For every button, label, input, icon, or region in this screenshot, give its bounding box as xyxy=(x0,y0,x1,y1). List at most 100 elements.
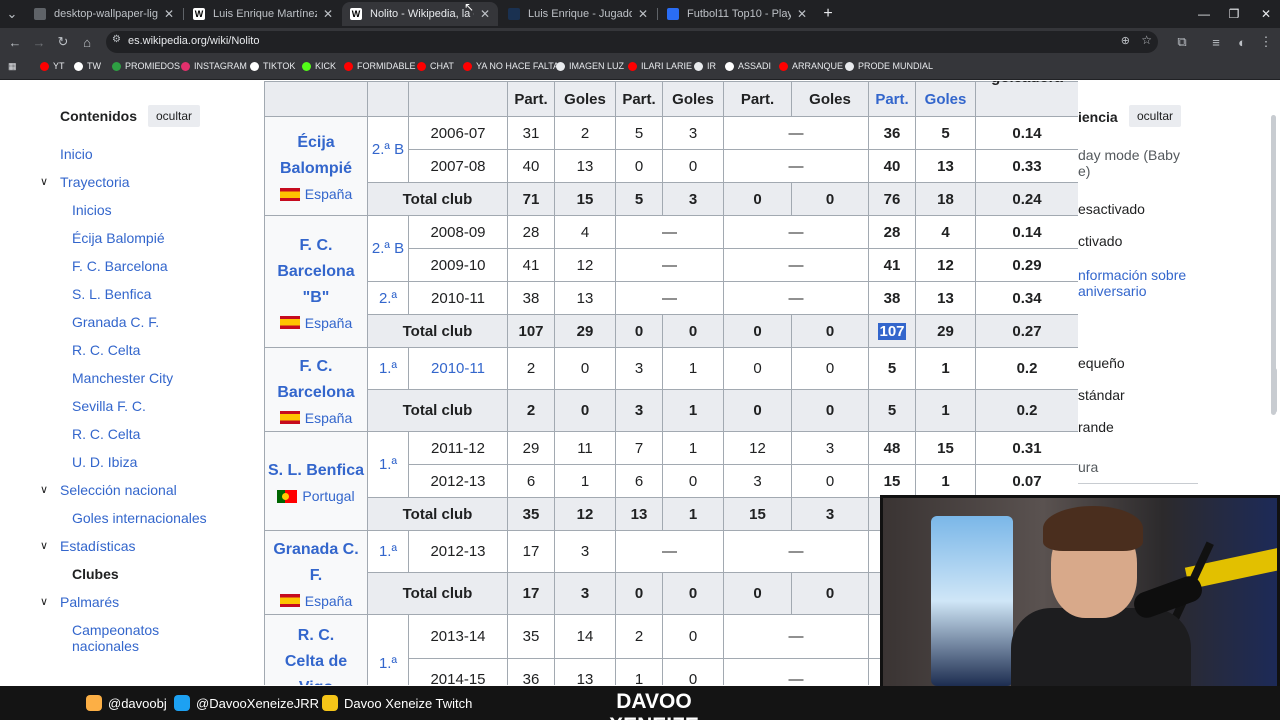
club-link[interactable]: F. C. Barcelona xyxy=(265,354,367,406)
toc-item-celta-2[interactable]: R. C. Celta xyxy=(72,426,140,442)
club-link[interactable]: R. C. Celta de Vigo xyxy=(265,623,367,685)
bookmark-yt[interactable]: YT xyxy=(40,61,65,71)
toc-item-campeonatos[interactable]: Campeonatos nacionales xyxy=(72,622,192,654)
minimize-icon[interactable]: — xyxy=(1188,0,1220,28)
close-icon[interactable]: ✕ xyxy=(323,7,333,21)
total-goals-cell: 4 xyxy=(915,215,976,249)
bookmark-promiedos[interactable]: PROMIEDOS xyxy=(112,61,180,71)
tab-search-icon[interactable]: ⌄ xyxy=(2,4,22,24)
country-link[interactable]: España xyxy=(305,410,352,426)
toc-item-palmares[interactable]: Palmarés xyxy=(60,594,119,610)
club-link[interactable]: F. C. Barcelona "B" xyxy=(265,233,367,311)
toc-hide-button[interactable]: ocultar xyxy=(148,105,201,127)
option-estandar[interactable]: stándar xyxy=(1078,387,1125,403)
toc-item-estadisticas[interactable]: Estadísticas xyxy=(60,538,135,554)
club-link[interactable]: S. L. Benfica xyxy=(265,458,367,484)
close-icon[interactable]: ✕ xyxy=(480,7,490,21)
bookmark-prode-mundial[interactable]: PRODE MUNDIAL xyxy=(845,61,933,71)
toc-item-manchester-city[interactable]: Manchester City xyxy=(72,370,173,386)
division-link[interactable]: 2.ª xyxy=(367,281,409,315)
bookmark-imagen-luz[interactable]: IMAGEN LUZ xyxy=(556,61,624,71)
close-icon[interactable]: ✕ xyxy=(164,7,174,21)
division-link[interactable]: 1.ª xyxy=(367,530,409,573)
menu-dots-icon[interactable]: ⋮ xyxy=(1256,32,1276,52)
division-link[interactable]: 1.ª xyxy=(367,347,409,390)
extensions-puzzle-icon[interactable]: ⧉ xyxy=(1172,32,1192,52)
country-link[interactable]: España xyxy=(305,186,352,202)
toc-item-granada[interactable]: Granada C. F. xyxy=(72,314,159,330)
club-link[interactable]: Granada C. F. xyxy=(265,537,367,589)
forward-arrow-icon[interactable]: → xyxy=(29,32,49,52)
selected-text-highlight[interactable]: 107 xyxy=(878,322,906,340)
info-link[interactable]: nformación sobre xyxy=(1078,267,1186,283)
bookmark-arranque[interactable]: ARRANQUE xyxy=(779,61,843,71)
bookmark-formidable[interactable]: FORMIDABLE xyxy=(344,61,416,71)
back-arrow-icon[interactable]: ← xyxy=(5,32,25,52)
division-link[interactable]: 2.ª B xyxy=(367,116,409,183)
panel-hide-button[interactable]: ocultar xyxy=(1129,105,1182,127)
option-grande[interactable]: rande xyxy=(1078,419,1114,435)
info-link[interactable]: aniversario xyxy=(1078,283,1146,299)
apps-grid-icon[interactable]: ▦ xyxy=(8,61,17,72)
total-goals-cell: 13 xyxy=(915,281,976,315)
toc-item-celta[interactable]: R. C. Celta xyxy=(72,342,140,358)
chevron-down-icon[interactable]: ∨ xyxy=(40,595,48,608)
toc-item-clubes[interactable]: Clubes xyxy=(72,566,119,582)
home-icon[interactable]: ⌂ xyxy=(77,32,97,52)
chevron-down-icon[interactable]: ∨ xyxy=(40,539,48,552)
profile-avatar-icon[interactable]: ◐ xyxy=(1232,32,1252,52)
close-window-icon[interactable]: ✕ xyxy=(1250,0,1280,28)
toc-item-barcelona[interactable]: F. C. Barcelona xyxy=(72,258,168,274)
stat-cell: 0 xyxy=(791,572,869,615)
bookmark-ir[interactable]: IR xyxy=(694,61,716,71)
toc-item-benfica[interactable]: S. L. Benfica xyxy=(72,286,151,302)
country-link[interactable]: Portugal xyxy=(302,488,354,504)
screen: ⌄ desktop-wallpaper-light-yellow ✕ W Lui… xyxy=(0,0,1280,720)
tab-futbol11[interactable]: Futbol11 Top10 - Play Football ✕ xyxy=(659,2,815,26)
tab-transfermarkt[interactable]: Luis Enrique - Jugadores | Trans ✕ xyxy=(500,2,656,26)
restore-icon[interactable]: ❐ xyxy=(1218,0,1250,28)
media-controls-icon[interactable]: ≡ xyxy=(1206,32,1226,52)
address-bar[interactable]: ⚙ es.wikipedia.org/wiki/Nolito ⊕ ☆ xyxy=(106,31,1158,53)
tab-luis-enrique-wiki[interactable]: W Luis Enrique Martínez García - W ✕ xyxy=(185,2,341,26)
chevron-down-icon[interactable]: ∨ xyxy=(40,483,48,496)
toc-item-ecija[interactable]: Écija Balompié xyxy=(72,230,165,246)
bookmark-kick[interactable]: KICK xyxy=(302,61,336,71)
page-scrollbar[interactable] xyxy=(1272,368,1277,413)
bookmark-star-icon[interactable]: ☆ xyxy=(1141,33,1152,47)
toc-item-goles-internacionales[interactable]: Goles internacionales xyxy=(72,510,207,526)
new-tab-plus-icon[interactable]: + xyxy=(818,4,838,24)
close-icon[interactable]: ✕ xyxy=(797,7,807,21)
bookmark-assadi[interactable]: ASSADI xyxy=(725,61,771,71)
bookmark-instagram[interactable]: INSTAGRAM xyxy=(181,61,247,71)
x-icon xyxy=(725,61,734,71)
bookmark-ilari-larie[interactable]: ILARI LARIE xyxy=(628,61,692,71)
country-link[interactable]: España xyxy=(305,315,352,331)
tab-nolito-wiki[interactable]: W Nolito - Wikipedia, la enciclope ✕ xyxy=(342,2,498,26)
option-desactivado[interactable]: esactivado xyxy=(1078,201,1145,217)
bookmark-ya-no-hace-falta[interactable]: YA NO HACE FALTA xyxy=(463,61,559,71)
close-icon[interactable]: ✕ xyxy=(638,7,648,21)
option-pequeno[interactable]: equeño xyxy=(1078,355,1125,371)
toc-item-sevilla[interactable]: Sevilla F. C. xyxy=(72,398,146,414)
bookmark-tw[interactable]: TW xyxy=(74,61,101,71)
bookmark-chat[interactable]: CHAT xyxy=(417,61,454,71)
division-link[interactable]: 1.ª xyxy=(367,614,409,685)
toc-item-seleccion[interactable]: Selección nacional xyxy=(60,482,177,498)
toc-item-inicio[interactable]: Inicio xyxy=(60,146,93,162)
zoom-icon[interactable]: ⊕ xyxy=(1121,34,1130,47)
tab-wallpaper[interactable]: desktop-wallpaper-light-yellow ✕ xyxy=(26,2,182,26)
bookmark-tiktok[interactable]: TIKTOK xyxy=(250,61,295,71)
season-link[interactable]: 2010-11 xyxy=(408,347,508,390)
toc-item-trayectoria[interactable]: Trayectoria xyxy=(60,174,130,190)
toc-item-inicios[interactable]: Inicios xyxy=(72,202,112,218)
division-link[interactable]: 2.ª B xyxy=(367,215,409,282)
country-link[interactable]: España xyxy=(305,593,352,609)
chevron-down-icon[interactable]: ∨ xyxy=(40,175,48,188)
option-activado[interactable]: ctivado xyxy=(1078,233,1122,249)
site-info-icon[interactable]: ⚙ xyxy=(112,34,121,45)
club-link[interactable]: Écija Balompié xyxy=(265,130,367,182)
toc-item-ibiza[interactable]: U. D. Ibiza xyxy=(72,454,137,470)
division-link[interactable]: 1.ª xyxy=(367,431,409,498)
reload-icon[interactable]: ↻ xyxy=(53,32,73,52)
